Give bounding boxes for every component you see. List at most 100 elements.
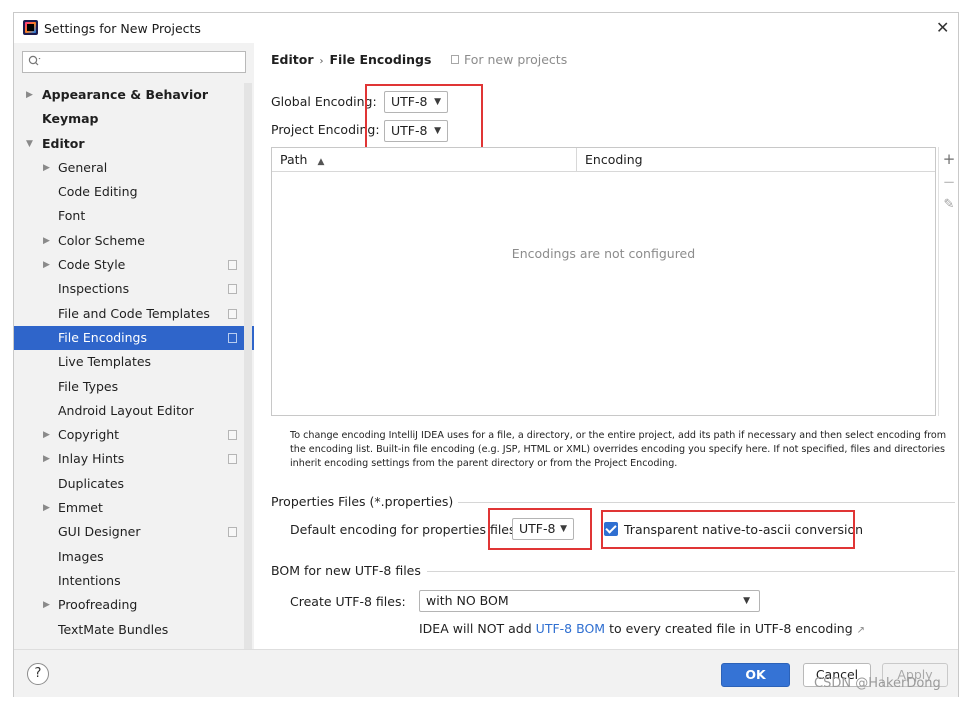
- sidebar-item-appearance-behavior[interactable]: ▶ Appearance & Behavior: [14, 83, 254, 107]
- sidebar-item-proofreading[interactable]: ▶ Proofreading: [14, 593, 254, 617]
- copy-settings-icon: [451, 55, 459, 64]
- sidebar-item-todo[interactable]: TODO: [14, 642, 254, 649]
- sidebar-item-editor[interactable]: ▼ Editor: [14, 132, 254, 156]
- project-scope-icon: [228, 454, 237, 465]
- table-header: Path ▲ Encoding: [272, 148, 935, 172]
- dialog-footer: ? OK Cancel Apply: [14, 649, 958, 697]
- chevron-right-icon[interactable]: ▶: [43, 229, 50, 253]
- sidebar-item-keymap[interactable]: Keymap: [14, 107, 254, 131]
- project-scope-icon: [228, 260, 237, 271]
- sidebar-item-label: Font: [58, 208, 86, 224]
- chevron-right-icon[interactable]: ▶: [43, 423, 50, 447]
- sidebar-item-label: File and Code Templates: [58, 305, 210, 321]
- bom-note: IDEA will NOT add UTF-8 BOM to every cre…: [419, 621, 865, 636]
- chevron-right-icon[interactable]: ▶: [43, 156, 50, 180]
- sidebar-item-file-and-code-templates[interactable]: File and Code Templates: [14, 302, 254, 326]
- sidebar-item-code-style[interactable]: ▶ Code Style: [14, 253, 254, 277]
- sidebar-item-inlay-hints[interactable]: ▶ Inlay Hints: [14, 447, 254, 471]
- table-toolbar: + − ✎: [938, 147, 958, 416]
- sidebar-item-general[interactable]: ▶ General: [14, 156, 254, 180]
- title-bar: Settings for New Projects ✕: [14, 13, 958, 43]
- create-utf8-files-combo[interactable]: with NO BOM ▼: [419, 590, 760, 612]
- sidebar-item-gui-designer[interactable]: GUI Designer: [14, 520, 254, 544]
- breadcrumb-editor[interactable]: Editor: [271, 52, 314, 67]
- sidebar-item-label: Emmet: [58, 500, 103, 516]
- sidebar-item-images[interactable]: Images: [14, 545, 254, 569]
- properties-encoding-combo[interactable]: UTF-8 ▼: [512, 518, 574, 540]
- project-encoding-label: Project Encoding:: [271, 122, 380, 137]
- sidebar-scrollbar[interactable]: [244, 83, 252, 649]
- encodings-table[interactable]: Path ▲ Encoding Encodings are not config…: [271, 147, 936, 416]
- section-divider: [427, 571, 955, 572]
- breadcrumb-file-encodings: File Encodings: [329, 52, 432, 67]
- sidebar-item-android-layout-editor[interactable]: Android Layout Editor: [14, 399, 254, 423]
- sidebar-item-code-editing[interactable]: Code Editing: [14, 180, 254, 204]
- sidebar-item-file-encodings[interactable]: File Encodings: [14, 325, 254, 351]
- column-encoding[interactable]: Encoding: [585, 152, 643, 167]
- project-scope-icon: [228, 332, 237, 343]
- chevron-right-icon[interactable]: ▶: [43, 253, 50, 277]
- help-icon[interactable]: ?: [27, 663, 49, 685]
- project-encoding-combo[interactable]: UTF-8 ▼: [384, 120, 448, 142]
- sidebar-item-copyright[interactable]: ▶ Copyright: [14, 423, 254, 447]
- sidebar-item-label: Code Editing: [58, 184, 138, 200]
- transparent-conversion-checkbox[interactable]: [604, 522, 618, 536]
- ok-button[interactable]: OK: [721, 663, 790, 687]
- sidebar-item-file-types[interactable]: File Types: [14, 375, 254, 399]
- utf8-bom-link[interactable]: UTF-8 BOM: [536, 621, 605, 636]
- create-utf8-files-value: with NO BOM: [426, 593, 509, 608]
- breadcrumb: Editor › File Encodings: [271, 52, 431, 67]
- create-utf8-files-label: Create UTF-8 files:: [290, 594, 406, 609]
- intellij-logo-icon: [23, 20, 38, 35]
- project-scope-icon: [228, 284, 237, 295]
- project-encoding-value: UTF-8: [391, 123, 428, 138]
- chevron-down-icon: ▼: [743, 596, 750, 606]
- global-encoding-value: UTF-8: [391, 94, 428, 109]
- cancel-button[interactable]: Cancel: [803, 663, 871, 687]
- settings-search-input[interactable]: [22, 51, 246, 73]
- settings-dialog: Settings for New Projects ✕ ▶ Appearance …: [13, 12, 959, 697]
- sidebar-item-label: Inspections: [58, 281, 130, 297]
- transparent-conversion-label[interactable]: Transparent native-to-ascii conversion: [624, 522, 863, 537]
- properties-encoding-value: UTF-8: [519, 521, 556, 536]
- sidebar-item-label: GUI Designer: [58, 524, 141, 540]
- project-scope-icon: [228, 308, 237, 319]
- sidebar-item-inspections[interactable]: Inspections: [14, 277, 254, 301]
- chevron-down-icon[interactable]: ▼: [26, 132, 33, 156]
- sidebar-item-live-templates[interactable]: Live Templates: [14, 350, 254, 374]
- column-path-label: Path: [280, 152, 308, 167]
- sidebar-item-label: Keymap: [42, 111, 99, 127]
- sidebar-item-intentions[interactable]: Intentions: [14, 569, 254, 593]
- apply-button[interactable]: Apply: [882, 663, 948, 687]
- sidebar-item-color-scheme[interactable]: ▶ Color Scheme: [14, 229, 254, 253]
- settings-tree: ▶ Appearance & Behavior Keymap ▼ Editor ▶ Gene…: [14, 83, 254, 649]
- remove-icon[interactable]: −: [939, 173, 959, 191]
- sidebar-item-label: File Encodings: [58, 329, 148, 345]
- chevron-right-icon[interactable]: ▶: [43, 593, 50, 617]
- edit-icon[interactable]: ✎: [939, 197, 959, 212]
- column-divider[interactable]: [576, 148, 577, 172]
- chevron-right-icon[interactable]: ▶: [26, 83, 33, 107]
- sidebar-item-label: TextMate Bundles: [58, 621, 169, 637]
- section-divider: [458, 502, 955, 503]
- column-path[interactable]: Path ▲: [280, 152, 324, 167]
- table-empty-text: Encodings are not configured: [511, 246, 696, 261]
- bom-note-suffix: to every created file in UTF-8 encoding: [609, 621, 853, 636]
- settings-sidebar: ▶ Appearance & Behavior Keymap ▼ Editor ▶ Gene…: [14, 43, 254, 649]
- sidebar-item-textmate-bundles[interactable]: TextMate Bundles: [14, 618, 254, 642]
- sidebar-item-emmet[interactable]: ▶ Emmet: [14, 496, 254, 520]
- chevron-down-icon: ▼: [434, 97, 441, 107]
- for-new-projects-note: For new projects: [451, 52, 567, 67]
- sidebar-item-font[interactable]: Font: [14, 204, 254, 228]
- chevron-right-icon[interactable]: ▶: [43, 447, 50, 471]
- close-icon[interactable]: ✕: [936, 18, 949, 37]
- sidebar-item-label: Proofreading: [58, 597, 138, 613]
- sidebar-item-duplicates[interactable]: Duplicates: [14, 472, 254, 496]
- chevron-right-icon[interactable]: ▶: [43, 496, 50, 520]
- sort-ascending-icon: ▲: [317, 157, 325, 167]
- global-encoding-combo[interactable]: UTF-8 ▼: [384, 91, 448, 113]
- encoding-help-text: To change encoding IntelliJ IDEA uses fo…: [290, 430, 947, 469]
- add-icon[interactable]: +: [939, 150, 959, 168]
- window-title: Settings for New Projects: [44, 21, 201, 36]
- default-properties-encoding-label: Default encoding for properties files:: [290, 522, 520, 537]
